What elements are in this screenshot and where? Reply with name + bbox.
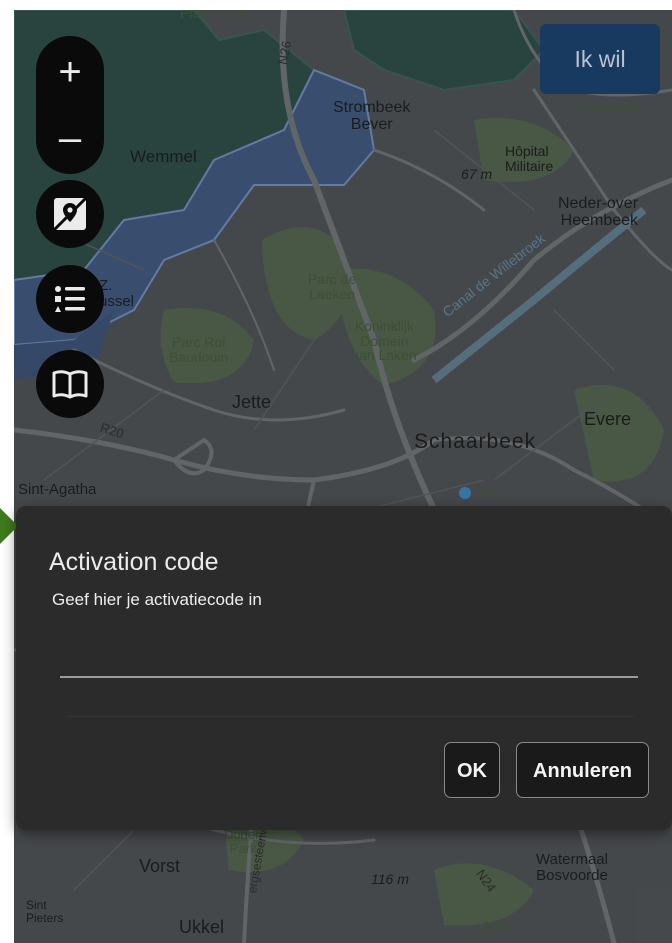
dialog-title: Activation code (49, 548, 219, 576)
screenshot-stage: Plantentuin Strombeek Bever Orbanpark We… (0, 0, 672, 943)
activation-code-input[interactable] (60, 636, 638, 678)
cancel-button[interactable]: Annuleren (516, 742, 649, 798)
dialog-subtitle: Geef hier je activatiecode in (52, 590, 262, 609)
ok-button[interactable]: OK (444, 742, 500, 798)
dialog-divider (68, 716, 634, 717)
activation-dialog: Activation code Geef hier je activatieco… (16, 506, 672, 830)
